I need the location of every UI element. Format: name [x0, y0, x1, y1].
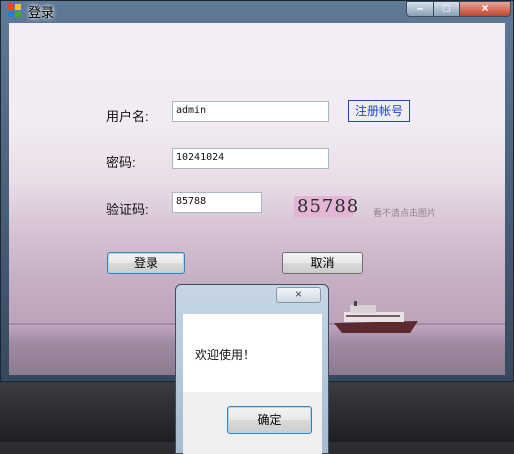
- username-input[interactable]: admin: [172, 101, 329, 122]
- captcha-label: 验证码:: [106, 202, 149, 217]
- password-label: 密码:: [106, 155, 136, 170]
- dialog-content: 欢迎使用！ 确定: [183, 314, 322, 454]
- dialog-message: 欢迎使用！: [195, 348, 256, 362]
- captcha-image[interactable]: 85788: [294, 196, 358, 218]
- ok-button[interactable]: 确定: [227, 406, 312, 434]
- message-dialog: × 欢迎使用！ 确定: [175, 284, 329, 454]
- boat-image: [334, 301, 418, 333]
- password-input[interactable]: 10241024: [172, 148, 329, 169]
- captcha-input[interactable]: 85788: [172, 192, 262, 213]
- window-title: 登录: [28, 5, 55, 20]
- cancel-button[interactable]: 取消: [282, 252, 363, 274]
- maximize-button[interactable]: □: [433, 1, 460, 17]
- app-icon: [8, 4, 21, 17]
- login-button[interactable]: 登录: [107, 252, 185, 274]
- captcha-hint: 看不清点击图片: [373, 208, 437, 218]
- dialog-close-button[interactable]: ×: [276, 287, 321, 303]
- username-label: 用户名:: [106, 109, 149, 124]
- dialog-footer: 确定: [183, 392, 322, 454]
- minimize-button[interactable]: –: [406, 1, 434, 17]
- title-bar[interactable]: 登录 – □ ×: [1, 1, 513, 23]
- register-button[interactable]: 注册帐号: [348, 100, 410, 122]
- close-button[interactable]: ×: [459, 1, 511, 17]
